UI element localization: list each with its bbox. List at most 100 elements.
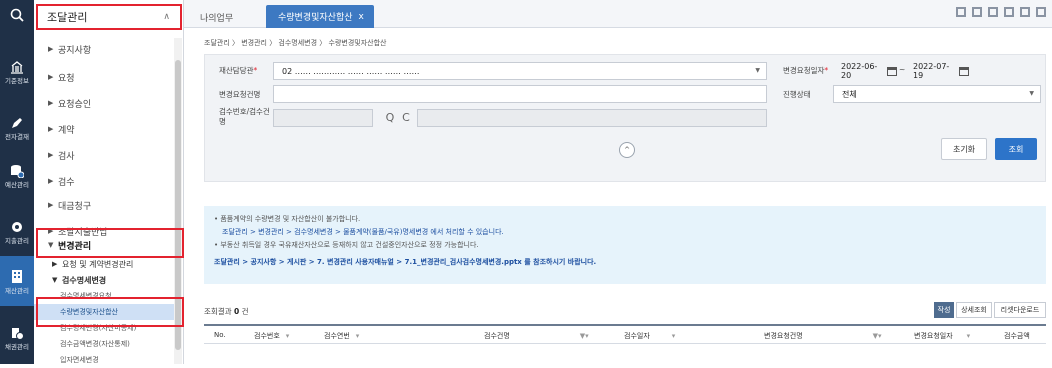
detail-button[interactable]: 상세조회 <box>956 302 992 318</box>
menu-item-request[interactable]: ▶ 요청 <box>34 66 174 88</box>
sort-icon[interactable]: ▾ <box>672 332 676 340</box>
dept-select-value: 02 …… ………… …… …… …… …… <box>282 66 420 76</box>
date-to-value: 2022-07-19 <box>913 62 950 80</box>
notice-link[interactable]: 조달관리 > 공지사항 > 게시판 > 7. 변경관리 사용자매뉴얼 > 7.1… <box>214 256 1036 269</box>
menu-item-label: 대금청구 <box>58 201 92 212</box>
layout-icon[interactable] <box>956 7 966 17</box>
menu-item-label: 요청 <box>58 73 75 84</box>
rail-item-bonds[interactable]: 채권관리 <box>0 316 34 360</box>
split-icon[interactable] <box>972 7 982 17</box>
status-label: 진행상태 <box>783 90 811 99</box>
menu-item-label: 요청승인 <box>58 99 92 110</box>
rail-label: 전자결재 <box>5 132 29 141</box>
submenu-label: 검수명세변경 <box>62 275 107 285</box>
rail-item-budget[interactable]: 예산관리 <box>0 154 34 198</box>
rail-label: 지출관리 <box>5 236 29 245</box>
date-to-input[interactable]: 2022-07-19 <box>905 62 951 80</box>
chevron-right-icon: ▶ <box>48 45 54 53</box>
inspect-name-input[interactable] <box>417 109 767 127</box>
download-button[interactable]: 리셋다운로드 <box>994 302 1046 318</box>
rail-label: 예산관리 <box>5 180 29 189</box>
left-icon-rail: 기준정보 전자결재 예산관리 지출관리 재산관리 채권관리 <box>0 0 34 364</box>
fullscreen-icon[interactable] <box>1036 7 1046 17</box>
menu-item-request-approval[interactable]: ▶ 요청승인 <box>34 92 174 114</box>
maximize-icon[interactable] <box>1020 7 1030 17</box>
subsub-quantity-asset-merge[interactable]: 수량변경및자산합산 <box>34 304 174 320</box>
menu-item-label: 검수 <box>58 177 75 188</box>
dept-label: 재산담당관* <box>219 66 258 75</box>
sort-icon[interactable]: ▾ <box>967 332 971 340</box>
collapse-toggle-icon[interactable]: ^ <box>619 142 635 158</box>
chevron-down-icon: ▼ <box>755 67 760 74</box>
submenu-contract-change[interactable]: ▶ 요청 및 계약변경관리 <box>34 256 174 272</box>
chevron-right-icon: ▶ <box>48 99 54 107</box>
bank-icon <box>12 269 22 283</box>
calendar-icon[interactable] <box>959 67 969 76</box>
chevron-up-icon[interactable]: ∧ <box>163 12 170 22</box>
refresh-icon[interactable]: C <box>399 111 413 125</box>
filter-icon[interactable]: ▼▾ <box>873 332 882 340</box>
rail-item-basic-info[interactable]: 기준정보 <box>0 50 34 94</box>
columns-icon[interactable] <box>988 7 998 17</box>
rows-icon[interactable] <box>1004 7 1014 17</box>
sort-icon[interactable]: ▾ <box>356 332 360 340</box>
menu-scrollbar-thumb[interactable] <box>175 60 181 350</box>
menu-item-notice[interactable]: ▶ 공지사항 <box>34 38 174 60</box>
col-inspect-name[interactable]: 검수건명 ▼▾ <box>484 331 589 341</box>
col-change-name[interactable]: 변경요청건명 ▼▾ <box>764 331 882 341</box>
search-icon[interactable] <box>0 0 34 30</box>
chevron-right-icon: ▶ <box>48 125 54 133</box>
menu-item-inspection[interactable]: ▶ 검사 <box>34 144 174 166</box>
rail-item-assets[interactable]: 재산관리 <box>0 256 34 306</box>
col-change-date[interactable]: 변경요청일자 ▾ <box>914 331 970 341</box>
calendar-icon[interactable] <box>887 67 897 76</box>
status-select[interactable]: 전체 ▼ <box>833 85 1041 103</box>
col-inspect-seq[interactable]: 검수연번 ▾ <box>324 331 359 341</box>
col-inspect-no[interactable]: 검수번호 ▾ <box>254 331 289 341</box>
rail-item-expense[interactable]: 지출관리 <box>0 210 34 254</box>
menu-item-change-management[interactable]: ▼ 변경관리 <box>34 234 174 256</box>
notice-box: • 품품계약의 수량변경 및 자산합산이 불가합니다. 조달관리 > 변경관리 … <box>204 206 1046 284</box>
inspect-label-line2: 명 <box>219 117 226 126</box>
close-icon[interactable]: x <box>359 12 364 22</box>
subsub-controlled[interactable]: 검수금액변경(자산통제) <box>34 336 174 352</box>
building-icon <box>11 60 23 74</box>
window-tools <box>956 7 1046 17</box>
menu-category-select[interactable]: 조달관리 ∧ <box>36 4 182 30</box>
dept-select[interactable]: 02 …… ………… …… …… …… …… ▼ <box>273 62 767 80</box>
date-from-input[interactable]: 2022-06-20 <box>833 62 879 80</box>
chevron-down-icon: ▼ <box>52 276 58 284</box>
col-no[interactable]: No. <box>214 331 226 339</box>
pen-icon <box>12 117 22 128</box>
search-form: 재산담당관* 02 …… ………… …… …… …… …… ▼ 변경요청일자* … <box>204 54 1046 182</box>
tab-label: 수량변경및자산합산 <box>278 13 353 23</box>
menu-item-acceptance[interactable]: ▶ 검수 <box>34 170 174 192</box>
search-icon[interactable]: Q <box>383 111 397 125</box>
menu-item-contract[interactable]: ▶ 계약 <box>34 118 174 140</box>
reset-button[interactable]: 초기화 <box>941 138 987 160</box>
subsub-label: 수량변경및자산합산 <box>60 308 118 316</box>
write-button[interactable]: 작성 <box>934 302 954 318</box>
search-button[interactable]: 조회 <box>995 138 1037 160</box>
tab-quantity-asset-merge[interactable]: 수량변경및자산합산 x <box>266 5 374 28</box>
change-name-input[interactable] <box>273 85 767 103</box>
chevron-right-icon: ▶ <box>48 177 54 185</box>
submenu-inspection-change[interactable]: ▼ 검수명세변경 <box>34 272 174 288</box>
inspect-number-input[interactable] <box>273 109 373 127</box>
chevron-down-icon: ▼ <box>1029 90 1034 97</box>
col-inspect-date[interactable]: 검수일자 ▾ <box>624 331 675 341</box>
main-content: 나의업무 수량변경및자산합산 x 조달관리 〉 변경관리 〉 검수명세변경 〉 … <box>184 0 1052 364</box>
tab-my-work[interactable]: 나의업무 <box>190 6 260 28</box>
col-label: 검수건명 <box>484 332 510 340</box>
chevron-right-icon: ▶ <box>48 151 54 159</box>
menu-item-billing[interactable]: ▶ 대금청구 <box>34 194 174 216</box>
subsub-tax-change[interactable]: 입자면세변경 <box>34 352 174 368</box>
date-from-value: 2022-06-20 <box>841 62 878 80</box>
subsub-change-request[interactable]: 검수명세변경요청 <box>34 288 174 304</box>
filter-icon[interactable]: ▼▾ <box>580 332 589 340</box>
col-inspect-amount[interactable]: 검수금액 <box>1004 331 1030 341</box>
rail-item-approval[interactable]: 전자결재 <box>0 106 34 150</box>
rail-label: 기준정보 <box>5 76 29 85</box>
sort-icon[interactable]: ▾ <box>286 332 290 340</box>
subsub-uncontrolled[interactable]: 검수명세변경(자산미통제) <box>34 320 174 336</box>
